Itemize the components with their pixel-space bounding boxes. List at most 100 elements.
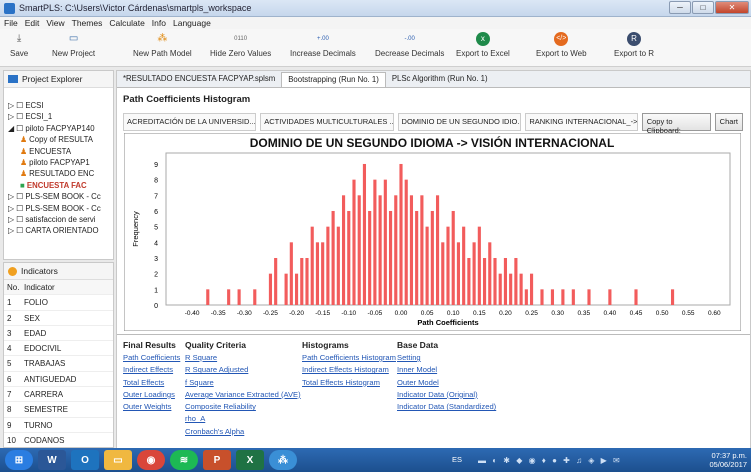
- indicators-panel: Indicators No. Indicator 1 FOLIO 2 SEX 3 EDAD 4…: [3, 262, 114, 448]
- indicator-row[interactable]: 6 ANTIGUEDAD: [4, 372, 113, 388]
- indicator-name: ANTIGUEDAD: [24, 374, 77, 384]
- tree-item[interactable]: ■ ENCUESTA FAC: [8, 180, 113, 191]
- base-data-link[interactable]: Inner Model: [397, 365, 496, 377]
- tree-item[interactable]: ▷ ☐ CARTA ORIENTADO: [8, 225, 113, 236]
- quality-criteria-link[interactable]: f Square: [185, 378, 301, 390]
- new-project-button[interactable]: ▭ New Project: [52, 32, 95, 58]
- close-button[interactable]: ✕: [715, 1, 749, 14]
- histogram-bar: [336, 226, 340, 305]
- indicator-row[interactable]: 7 CARRERA: [4, 387, 113, 403]
- histogram-bar: [321, 242, 325, 305]
- quality-criteria-link[interactable]: Average Variance Extracted (AVE): [185, 390, 301, 402]
- histogram-bar: [347, 210, 351, 305]
- indicator-name: SEMESTRE: [24, 405, 69, 415]
- clock[interactable]: 07:37 p.m. 05/06/2017: [709, 451, 747, 469]
- tree-item[interactable]: ▷ ☐ ECSI: [8, 100, 113, 111]
- start-button[interactable]: ⊞: [5, 450, 33, 470]
- explorer-taskbar-icon[interactable]: ▭: [104, 450, 132, 470]
- final-results-link[interactable]: Outer Loadings: [123, 390, 180, 402]
- tree-item[interactable]: ♟ ENCUESTA: [8, 146, 113, 157]
- base-data-link[interactable]: Indicator Data (Original): [397, 390, 496, 402]
- minimize-button[interactable]: ─: [669, 1, 691, 14]
- x-tick-label: 0.35: [577, 310, 590, 317]
- tab-bootstrapping[interactable]: Bootstrapping (Run No. 1): [281, 72, 386, 87]
- quality-criteria-link[interactable]: rho_A: [185, 414, 301, 426]
- tree-item[interactable]: ♟ piloto FACPYAP1: [8, 157, 113, 168]
- indicator-row[interactable]: 3 EDAD: [4, 326, 113, 342]
- copy-clipboard-button[interactable]: Copy to Clipboard:: [641, 113, 711, 135]
- menu-edit[interactable]: Edit: [25, 18, 40, 28]
- histogram-bar: [341, 195, 346, 305]
- subtab-dominio[interactable]: DOMINIO DE UN SEGUNDO IDIO...: [397, 113, 522, 131]
- tree-item[interactable]: ◢ ☐ piloto FACPYAP140: [8, 123, 113, 134]
- indicator-number: 2: [7, 313, 12, 323]
- final-results-link[interactable]: Indirect Effects: [123, 365, 180, 377]
- menu-info[interactable]: Info: [152, 18, 166, 28]
- subtab-ranking[interactable]: RANKING INTERNACIONAL_-> VIS...: [525, 113, 638, 131]
- decrease-decimals-button[interactable]: -.00 Decrease Decimals: [375, 32, 444, 58]
- outlook-taskbar-icon[interactable]: O: [71, 450, 99, 470]
- indicator-row[interactable]: 1 FOLIO: [4, 295, 113, 311]
- hide-zero-values-button[interactable]: 0110 Hide Zero Values: [210, 32, 271, 58]
- tree-item[interactable]: ▷ ☐ PLS-SEM BOOK - Cc: [8, 191, 113, 202]
- indicator-row[interactable]: 5 TRABAJAS: [4, 356, 113, 372]
- quality-criteria-link[interactable]: R Square Adjusted: [185, 365, 301, 377]
- tab-model[interactable]: *RESULTADO ENCUESTA FACPYAP.splsm: [117, 72, 281, 87]
- spotify-taskbar-icon[interactable]: ≋: [170, 450, 198, 470]
- chart-button[interactable]: Chart: [714, 113, 743, 131]
- word-taskbar-icon[interactable]: W: [38, 450, 66, 470]
- tree-item[interactable]: ♟ RESULTADO ENC: [8, 168, 113, 179]
- histograms-link[interactable]: Total Effects Histogram: [302, 378, 396, 390]
- tree-item[interactable]: ▷ ☐ PLS-SEM BOOK - Cc: [8, 203, 113, 214]
- increase-decimals-button[interactable]: +.00 Increase Decimals: [290, 32, 356, 58]
- x-tick-label: -0.10: [341, 310, 356, 317]
- final-results-link[interactable]: Outer Weights: [123, 402, 180, 414]
- chrome-taskbar-icon[interactable]: ◉: [137, 450, 165, 470]
- menu-file[interactable]: File: [4, 18, 18, 28]
- subtab-actividades[interactable]: ACTIVIDADES MULTICULTURALES ...: [260, 113, 394, 131]
- export-r-button[interactable]: R Export to R: [614, 32, 654, 58]
- base-data-link[interactable]: Setting: [397, 353, 496, 365]
- maximize-button[interactable]: □: [692, 1, 714, 14]
- smartpls-taskbar-icon[interactable]: ⁂: [269, 450, 297, 470]
- new-path-model-button[interactable]: ⁂ New Path Model: [133, 32, 192, 58]
- final-results-link[interactable]: Path Coefficients: [123, 353, 180, 365]
- histogram-bar: [670, 289, 675, 305]
- excel-taskbar-icon[interactable]: X: [236, 450, 264, 470]
- quality-criteria-link[interactable]: R Square: [185, 353, 301, 365]
- path-model-icon: ⁂: [157, 33, 168, 44]
- base-data-link[interactable]: Indicator Data (Standardized): [397, 402, 496, 414]
- indicator-row[interactable]: 4 EDOCIVIL: [4, 341, 113, 357]
- powerpoint-taskbar-icon[interactable]: P: [203, 450, 231, 470]
- menu-calculate[interactable]: Calculate: [109, 18, 144, 28]
- y-tick-label: 5: [154, 225, 158, 232]
- save-button[interactable]: ⤓ Save: [10, 32, 28, 58]
- quality-criteria-link[interactable]: Cronbach's Alpha: [185, 427, 301, 439]
- export-excel-button[interactable]: x Export to Excel: [456, 32, 510, 58]
- menu-themes[interactable]: Themes: [72, 18, 103, 28]
- export-web-button[interactable]: </> Export to Web: [536, 32, 587, 58]
- histograms-link[interactable]: Path Coefficients Histogram: [302, 353, 396, 365]
- histograms-link[interactable]: Indirect Effects Histogram: [302, 365, 396, 377]
- histogram-bar: [608, 289, 612, 305]
- indicator-row[interactable]: 8 SEMESTRE: [4, 402, 113, 418]
- final-results-link[interactable]: Total Effects: [123, 378, 180, 390]
- tree-item[interactable]: ▷ ☐ satisfaccion de servi: [8, 214, 113, 225]
- menu-language[interactable]: Language: [173, 18, 211, 28]
- quality-criteria-link[interactable]: Composite Reliability: [185, 402, 301, 414]
- indicator-row[interactable]: 2 SEX: [4, 311, 113, 326]
- base-data-link[interactable]: Outer Model: [397, 378, 496, 390]
- subtab-acreditacion[interactable]: ACREDITACIÓN DE LA UNIVERSID...: [123, 113, 257, 131]
- indicator-row[interactable]: 9 TURNO: [4, 418, 113, 433]
- title-bar: SmartPLS: C:\Users\Victor Cárdenas\smart…: [0, 0, 751, 17]
- tray-icons[interactable]: ▬ ◐ ✱ ◆ ◉ ♦ ● ✚ ♫ ◈ ▶ ✉: [478, 456, 622, 465]
- histogram-svg: DOMINIO DE UN SEGUNDO IDIOMA -> VISIÓN I…: [123, 132, 742, 332]
- tab-plsc[interactable]: PLSc Algorithm (Run No. 1): [386, 72, 494, 87]
- language-indicator[interactable]: ES: [452, 455, 462, 464]
- menu-bar: File Edit View Themes Calculate Info Lan…: [0, 17, 751, 29]
- tree-item[interactable]: ♟ Copy of RESULTA: [8, 134, 113, 145]
- menu-view[interactable]: View: [46, 18, 64, 28]
- histogram-bar: [357, 195, 361, 305]
- tree-item[interactable]: ▷ ☐ ECSI_1: [8, 111, 113, 122]
- indicator-row[interactable]: 10 CODANOS: [4, 433, 113, 447]
